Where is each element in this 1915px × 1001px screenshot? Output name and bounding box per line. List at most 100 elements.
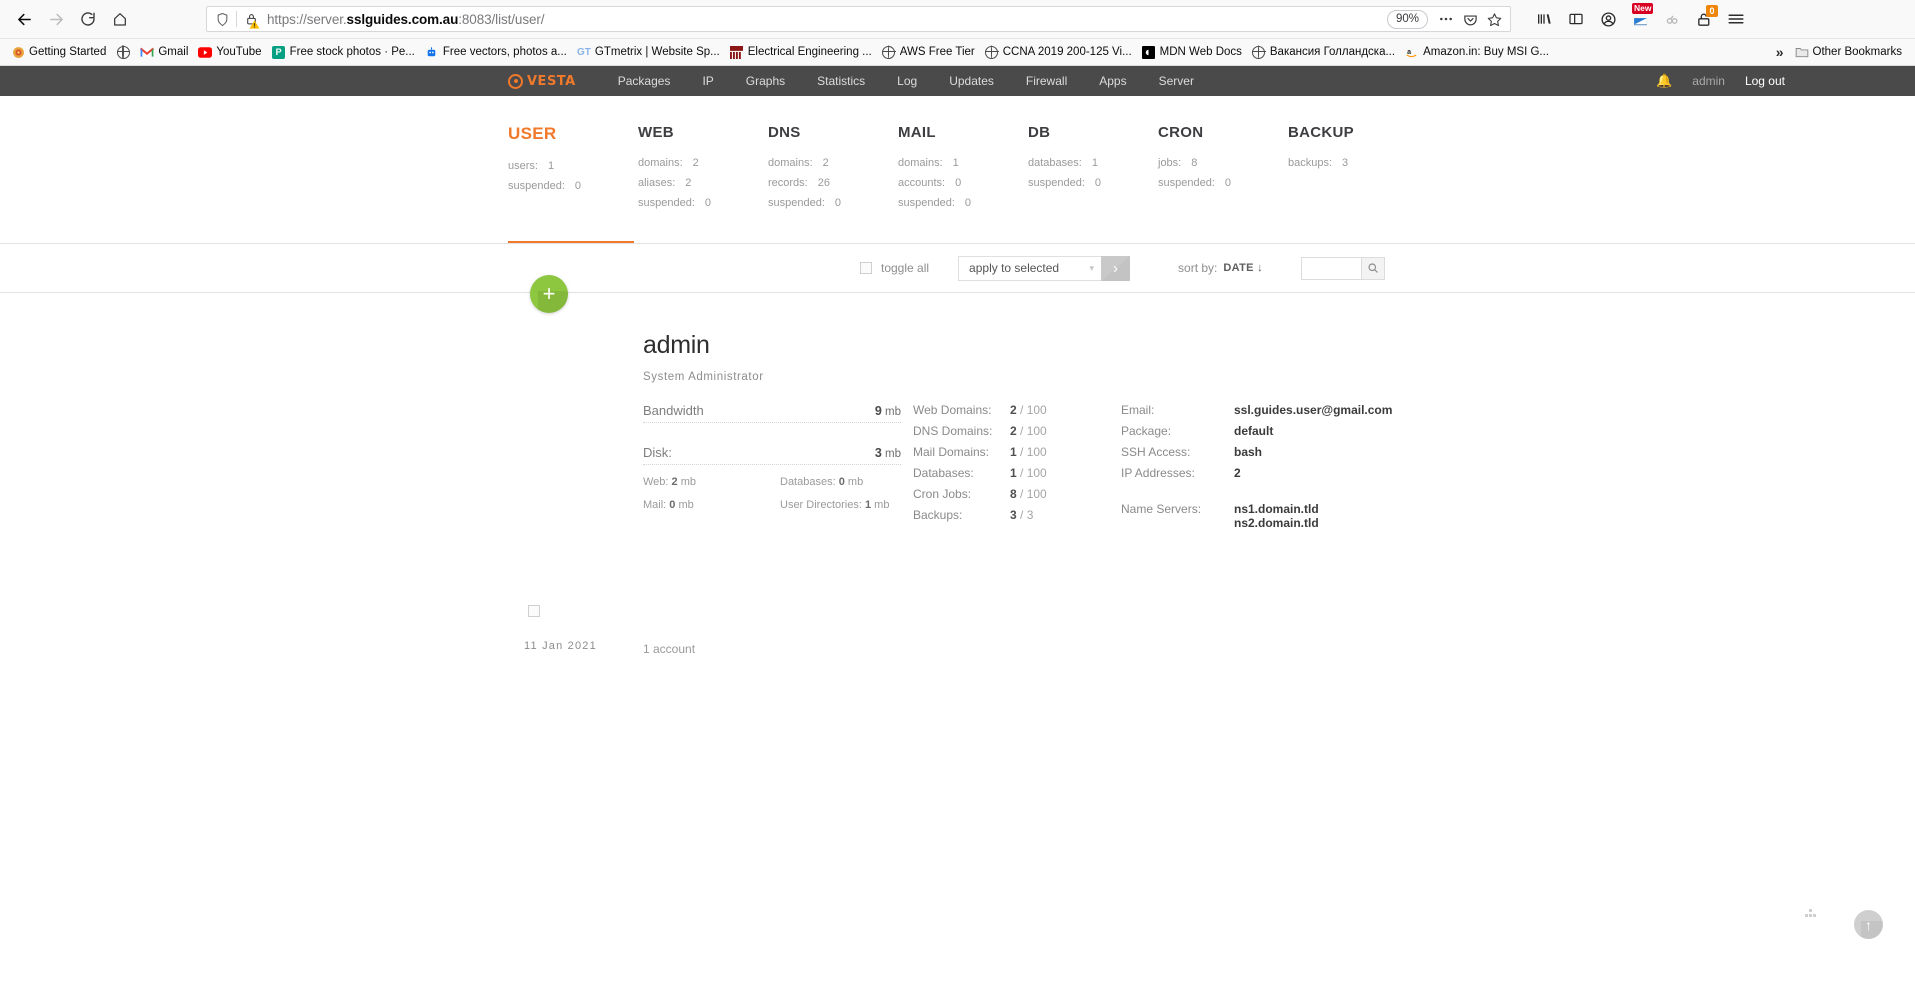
resize-grip-icon[interactable] [1805, 909, 1817, 921]
extension-new-icon[interactable]: New [1625, 3, 1655, 34]
bookmark-item[interactable]: Free vectors, photos a... [420, 43, 572, 61]
stat-column-web[interactable]: WEB domains: 2 aliases: 2 suspended: 0 [638, 124, 768, 217]
account-icon[interactable] [1593, 4, 1623, 34]
stat-line: backups: 3 [1288, 157, 1418, 169]
record-select-checkbox[interactable] [528, 605, 540, 617]
stats-panel: USER users: 1 suspended: 0 WEB domains: … [0, 96, 1915, 244]
scroll-to-top-button[interactable]: ↑ [1854, 910, 1883, 939]
bookmark-item[interactable]: a Amazon.in: Buy MSI G... [1400, 43, 1554, 61]
nav-item-updates[interactable]: Updates [933, 74, 1010, 88]
toggle-all-control[interactable]: toggle all [860, 261, 929, 275]
bookmark-item[interactable]: MDN Web Docs [1137, 43, 1247, 61]
notification-bell-icon[interactable]: 🔔 [1656, 73, 1672, 89]
bookmark-item[interactable]: Getting Started [6, 43, 111, 61]
sidebar-icon[interactable] [1561, 4, 1591, 34]
bookmark-item[interactable] [111, 43, 135, 61]
stat-column-dns[interactable]: DNS domains: 2 records: 26 suspended: 0 [768, 124, 898, 217]
apply-go-button[interactable]: › [1101, 255, 1131, 281]
search-input[interactable] [1300, 256, 1361, 280]
info-value: default [1234, 424, 1274, 438]
folder-icon [1795, 45, 1809, 59]
vesta-logo[interactable]: VESTA [508, 73, 576, 89]
home-icon[interactable] [104, 3, 136, 35]
pexels-icon: P [272, 45, 286, 59]
bookmark-item[interactable]: YouTube [193, 43, 266, 61]
gtmetrix-icon: GT [576, 46, 591, 58]
record-user-role: System Administrator [643, 371, 764, 383]
stat-line: databases: 1 [1028, 157, 1158, 169]
logout-link[interactable]: Log out [1745, 74, 1785, 88]
address-bar[interactable]: https://server.sslguides.com.au:8083/lis… [206, 6, 1511, 32]
bookmark-item[interactable]: AWS Free Tier [877, 43, 980, 61]
nav-item-firewall[interactable]: Firewall [1010, 74, 1083, 88]
stat-column-cron[interactable]: CRON jobs: 8 suspended: 0 [1158, 124, 1288, 217]
bookmark-label: MDN Web Docs [1159, 46, 1242, 58]
quota-value: 2 / 100 [1010, 424, 1047, 438]
tracking-protection-shield-icon[interactable] [211, 12, 233, 27]
stat-key: suspended: [508, 180, 565, 192]
bookmark-item[interactable]: P Free stock photos · Pe... [267, 43, 420, 61]
nav-item-ip[interactable]: IP [686, 74, 729, 88]
zoom-level-badge[interactable]: 90% [1386, 9, 1428, 29]
breakdown-key: Mail: [643, 499, 667, 511]
forward-icon[interactable] [40, 3, 72, 35]
stat-key: suspended: [638, 197, 695, 209]
nav-item-packages[interactable]: Packages [602, 74, 687, 88]
stat-title: WEB [638, 124, 674, 141]
stat-column-mail[interactable]: MAIL domains: 1 accounts: 0 suspended: 0 [898, 124, 1028, 217]
info-key: Package: [1121, 424, 1172, 438]
stat-value: 26 [817, 177, 830, 189]
nav-item-statistics[interactable]: Statistics [801, 74, 881, 88]
disk-breakdown-row: Mail: 0 mb User Directories: 1 mb [643, 499, 901, 511]
list-toolbar: toggle all apply to selected ▾ › sort by… [0, 244, 1915, 292]
record-user-name[interactable]: admin [643, 331, 1915, 360]
quota-value: 8 / 100 [1010, 487, 1047, 501]
nav-item-server[interactable]: Server [1143, 74, 1210, 88]
nav-item-apps[interactable]: Apps [1083, 74, 1142, 88]
stat-line: suspended: 0 [768, 197, 898, 209]
bookmark-item[interactable]: CCNA 2019 200-125 Vi... [980, 43, 1137, 61]
add-user-button[interactable]: + [530, 275, 568, 313]
nav-item-log[interactable]: Log [881, 74, 933, 88]
url-text[interactable]: https://server.sslguides.com.au:8083/lis… [262, 12, 1387, 27]
bookmark-label: Getting Started [29, 46, 107, 58]
stat-line: records: 26 [768, 177, 898, 189]
globe-icon [881, 45, 896, 59]
bookmark-item[interactable]: Вакансия Голландска... [1247, 43, 1400, 61]
library-icon[interactable] [1529, 4, 1559, 34]
back-icon[interactable] [8, 3, 40, 35]
chevron-double-right-icon[interactable]: » [1776, 44, 1784, 60]
pocket-icon[interactable] [1458, 12, 1482, 27]
breakdown-value: 2 [671, 476, 678, 488]
quota-used: 1 [1010, 445, 1017, 459]
search-group [1300, 256, 1385, 280]
stat-column-db[interactable]: DB databases: 1 suspended: 0 [1028, 124, 1158, 217]
nav-item-graphs[interactable]: Graphs [730, 74, 801, 88]
stat-line: aliases: 2 [638, 177, 768, 189]
stat-column-backup[interactable]: BACKUP backups: 3 [1288, 124, 1418, 217]
current-user-label[interactable]: admin [1692, 74, 1725, 88]
chain-links-icon[interactable] [1657, 4, 1687, 34]
info-row: IP Addresses: 2 [1121, 466, 1451, 480]
stat-value: 3 [1342, 157, 1349, 169]
reload-icon[interactable] [72, 3, 104, 35]
browser-toolbar-right: New 0 [1529, 3, 1751, 34]
quota-key: Mail Domains: [913, 445, 990, 459]
adblock-counter-icon[interactable]: 0 [1689, 4, 1719, 34]
bookmark-item[interactable]: Gmail [135, 43, 193, 61]
apply-to-selected-dropdown[interactable]: apply to selected ▾ [958, 255, 1102, 281]
quota-key: Cron Jobs: [913, 487, 972, 501]
toggle-all-checkbox[interactable] [860, 262, 872, 274]
breakdown-unit: mb [680, 476, 697, 488]
bookmark-star-icon[interactable] [1482, 12, 1506, 27]
insecure-lock-warning-icon[interactable] [240, 12, 262, 29]
sort-by-control[interactable]: sort by: DATE ↓ [1178, 261, 1263, 275]
other-bookmarks-folder[interactable]: Other Bookmarks [1790, 43, 1907, 61]
stat-column-user[interactable]: USER users: 1 suspended: 0 [508, 124, 638, 217]
app-menu-icon[interactable] [1721, 4, 1751, 34]
bookmark-item[interactable]: GT GTmetrix | Website Sp... [572, 43, 725, 61]
page-actions-ellipsis-icon[interactable] [1434, 11, 1458, 27]
search-button[interactable] [1360, 256, 1385, 280]
stat-title: CRON [1158, 124, 1204, 141]
bookmark-item[interactable]: Electrical Engineering ... [725, 43, 877, 61]
